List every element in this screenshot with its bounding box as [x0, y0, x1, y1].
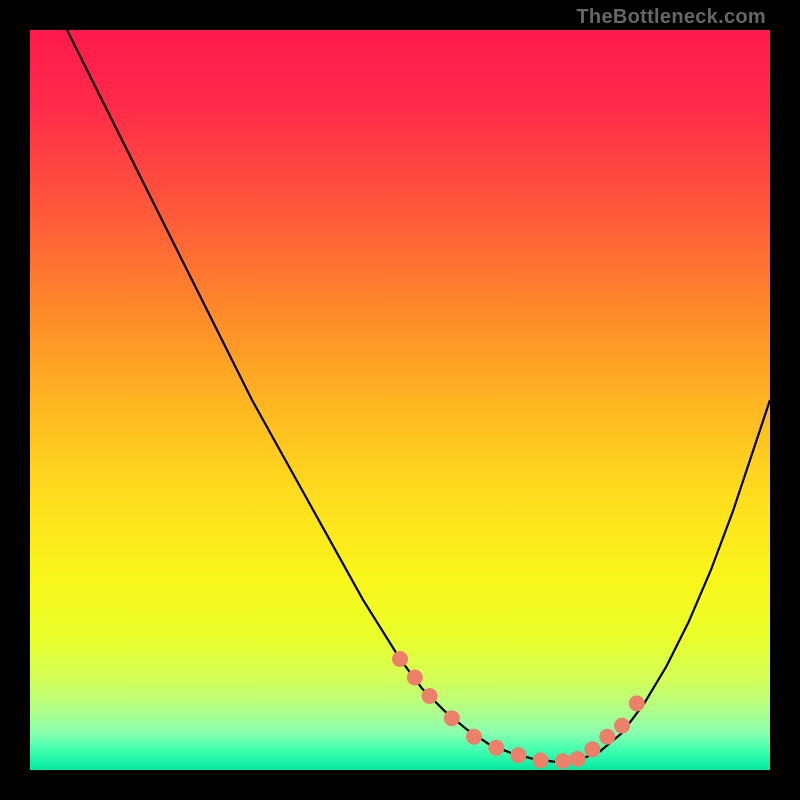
marker-dot [570, 751, 586, 767]
marker-dot [510, 747, 526, 763]
marker-dot [584, 741, 600, 757]
marker-dot [466, 729, 482, 745]
curve-line [67, 30, 770, 762]
chart-svg [30, 30, 770, 770]
marker-dot [488, 740, 504, 756]
marker-dot [599, 729, 615, 745]
marker-dot [533, 752, 549, 768]
bottleneck-curve [67, 30, 770, 762]
marker-dot [392, 651, 408, 667]
marker-dot [444, 710, 460, 726]
marker-dot [614, 718, 630, 734]
plot-area [30, 30, 770, 770]
chart-container: TheBottleneck.com [0, 0, 800, 800]
watermark-text: TheBottleneck.com [576, 6, 766, 29]
marker-dot [629, 695, 645, 711]
marker-dot [422, 688, 438, 704]
marker-dot [555, 753, 571, 769]
marker-dot [407, 670, 423, 686]
highlight-markers [392, 651, 645, 769]
